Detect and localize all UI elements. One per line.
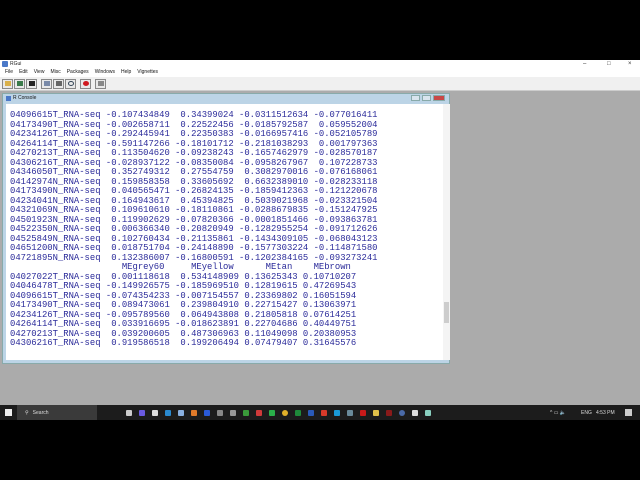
- save-icon: [28, 81, 35, 86]
- console-maximize-button[interactable]: [422, 95, 431, 101]
- chrome-icon[interactable]: [281, 409, 288, 416]
- folder-icon: [4, 81, 11, 86]
- app-icon[interactable]: [320, 409, 327, 416]
- app-icon[interactable]: [424, 409, 431, 416]
- settings-icon[interactable]: [411, 409, 418, 416]
- app-icon[interactable]: [385, 409, 392, 416]
- edge-icon[interactable]: [333, 409, 340, 416]
- taskbar-apps: [122, 409, 434, 416]
- console-close-button[interactable]: [433, 95, 445, 101]
- app-icon[interactable]: [164, 409, 171, 416]
- taskbar: ⚲ Search ^ ▭ 🔈 ENG 4:53 PM: [0, 405, 640, 420]
- console-minimize-button[interactable]: [411, 95, 420, 101]
- toolbar: [0, 77, 640, 91]
- paste-button[interactable]: [53, 78, 64, 89]
- r-console-icon: [6, 96, 11, 101]
- rgui-window: RGui – □ × File Edit View Misc Packages …: [0, 60, 640, 405]
- save-workspace-button[interactable]: [26, 78, 37, 89]
- app-icon[interactable]: [268, 409, 275, 416]
- window-title: RGui: [10, 61, 22, 67]
- menu-file[interactable]: File: [2, 68, 16, 77]
- task-view-icon[interactable]: [125, 409, 132, 416]
- tray-icons[interactable]: ^ ▭ 🔈: [550, 410, 566, 416]
- search-placeholder: Search: [32, 409, 49, 416]
- excel-icon[interactable]: [294, 409, 301, 416]
- app-icon[interactable]: [255, 409, 262, 416]
- console-line: 04306216T_RNA-seq 0.919586518 0.19920649…: [10, 338, 357, 348]
- app-icon[interactable]: [346, 409, 353, 416]
- console-title-bar: R Console: [3, 94, 449, 103]
- app-icon[interactable]: [229, 409, 236, 416]
- console-scrollbar[interactable]: [443, 104, 450, 360]
- app-icon[interactable]: [138, 409, 145, 416]
- load-icon: [16, 81, 23, 86]
- acrobat-icon[interactable]: [359, 409, 366, 416]
- r-app-icon: [2, 61, 8, 67]
- word-icon[interactable]: [307, 409, 314, 416]
- menu-edit[interactable]: Edit: [16, 68, 31, 77]
- stop-icon: [82, 81, 89, 86]
- taskbar-search[interactable]: ⚲ Search: [17, 405, 97, 420]
- menu-help[interactable]: Help: [118, 68, 134, 77]
- copy-button[interactable]: [41, 78, 52, 89]
- menu-vignettes[interactable]: Vignettes: [134, 68, 161, 77]
- app-icon[interactable]: [151, 409, 158, 416]
- print-button[interactable]: [95, 78, 106, 89]
- windows-start-icon[interactable]: [5, 409, 12, 416]
- menu-packages[interactable]: Packages: [64, 68, 92, 77]
- maximize-button[interactable]: □: [607, 60, 611, 68]
- search-icon: ⚲: [25, 409, 29, 416]
- r-icon[interactable]: [398, 409, 405, 416]
- close-button[interactable]: ×: [628, 60, 632, 68]
- title-bar: RGui – □ ×: [0, 60, 640, 68]
- copy-icon: [43, 81, 50, 86]
- app-icon[interactable]: [190, 409, 197, 416]
- app-icon[interactable]: [177, 409, 184, 416]
- zoom-icon[interactable]: [203, 409, 210, 416]
- app-icon[interactable]: [216, 409, 223, 416]
- mdi-workspace: R Console 04096615T_RNA-seq -0.107434849…: [0, 91, 640, 405]
- app-icon[interactable]: [242, 409, 249, 416]
- menu-view[interactable]: View: [31, 68, 48, 77]
- file-explorer-icon[interactable]: [372, 409, 379, 416]
- load-workspace-button[interactable]: [14, 78, 25, 89]
- language-indicator[interactable]: ENG: [581, 410, 592, 416]
- menu-windows[interactable]: Windows: [92, 68, 118, 77]
- console-text: 04096615T_RNA-seq -0.107434849 0.3439902…: [10, 110, 378, 349]
- stop-button[interactable]: [80, 78, 91, 89]
- clock[interactable]: 4:53 PM: [596, 410, 615, 416]
- paste-icon: [55, 81, 62, 86]
- console-output[interactable]: 04096615T_RNA-seq -0.107434849 0.3439902…: [6, 104, 443, 360]
- minimize-button[interactable]: –: [583, 60, 586, 68]
- copy-paste-button[interactable]: [65, 78, 76, 89]
- r-console-window: R Console 04096615T_RNA-seq -0.107434849…: [2, 93, 450, 364]
- console-title: R Console: [13, 95, 37, 101]
- refresh-icon: [67, 81, 74, 86]
- scrollbar-thumb[interactable]: [444, 302, 449, 323]
- menu-misc[interactable]: Misc: [47, 68, 63, 77]
- printer-icon: [97, 81, 104, 86]
- menu-bar: File Edit View Misc Packages Windows Hel…: [0, 68, 640, 77]
- open-script-button[interactable]: [2, 78, 13, 89]
- notifications-icon[interactable]: [625, 409, 632, 416]
